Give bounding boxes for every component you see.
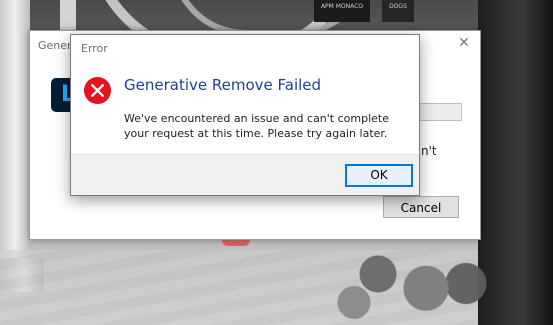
photo-column (0, 0, 30, 290)
close-icon[interactable]: ✕ (456, 35, 472, 51)
photo-shop-sign: APM MONACO (314, 0, 370, 22)
error-message: We've encountered an issue and can't com… (124, 112, 389, 140)
photo-shop-sign-small: DOGS (382, 0, 414, 22)
error-icon (83, 76, 112, 105)
dialog-footer: OK (71, 154, 419, 195)
photo-column-small (60, 0, 76, 30)
ok-button[interactable]: OK (345, 164, 413, 187)
error-dialog: Error Generative Remove Failed We've enc… (70, 34, 420, 196)
dialog-title: Error (81, 42, 108, 55)
dialog-text-fragment: n't (421, 144, 437, 158)
error-heading: Generative Remove Failed (124, 76, 322, 94)
photo-plants (330, 236, 490, 325)
cancel-button[interactable]: Cancel (383, 196, 459, 218)
